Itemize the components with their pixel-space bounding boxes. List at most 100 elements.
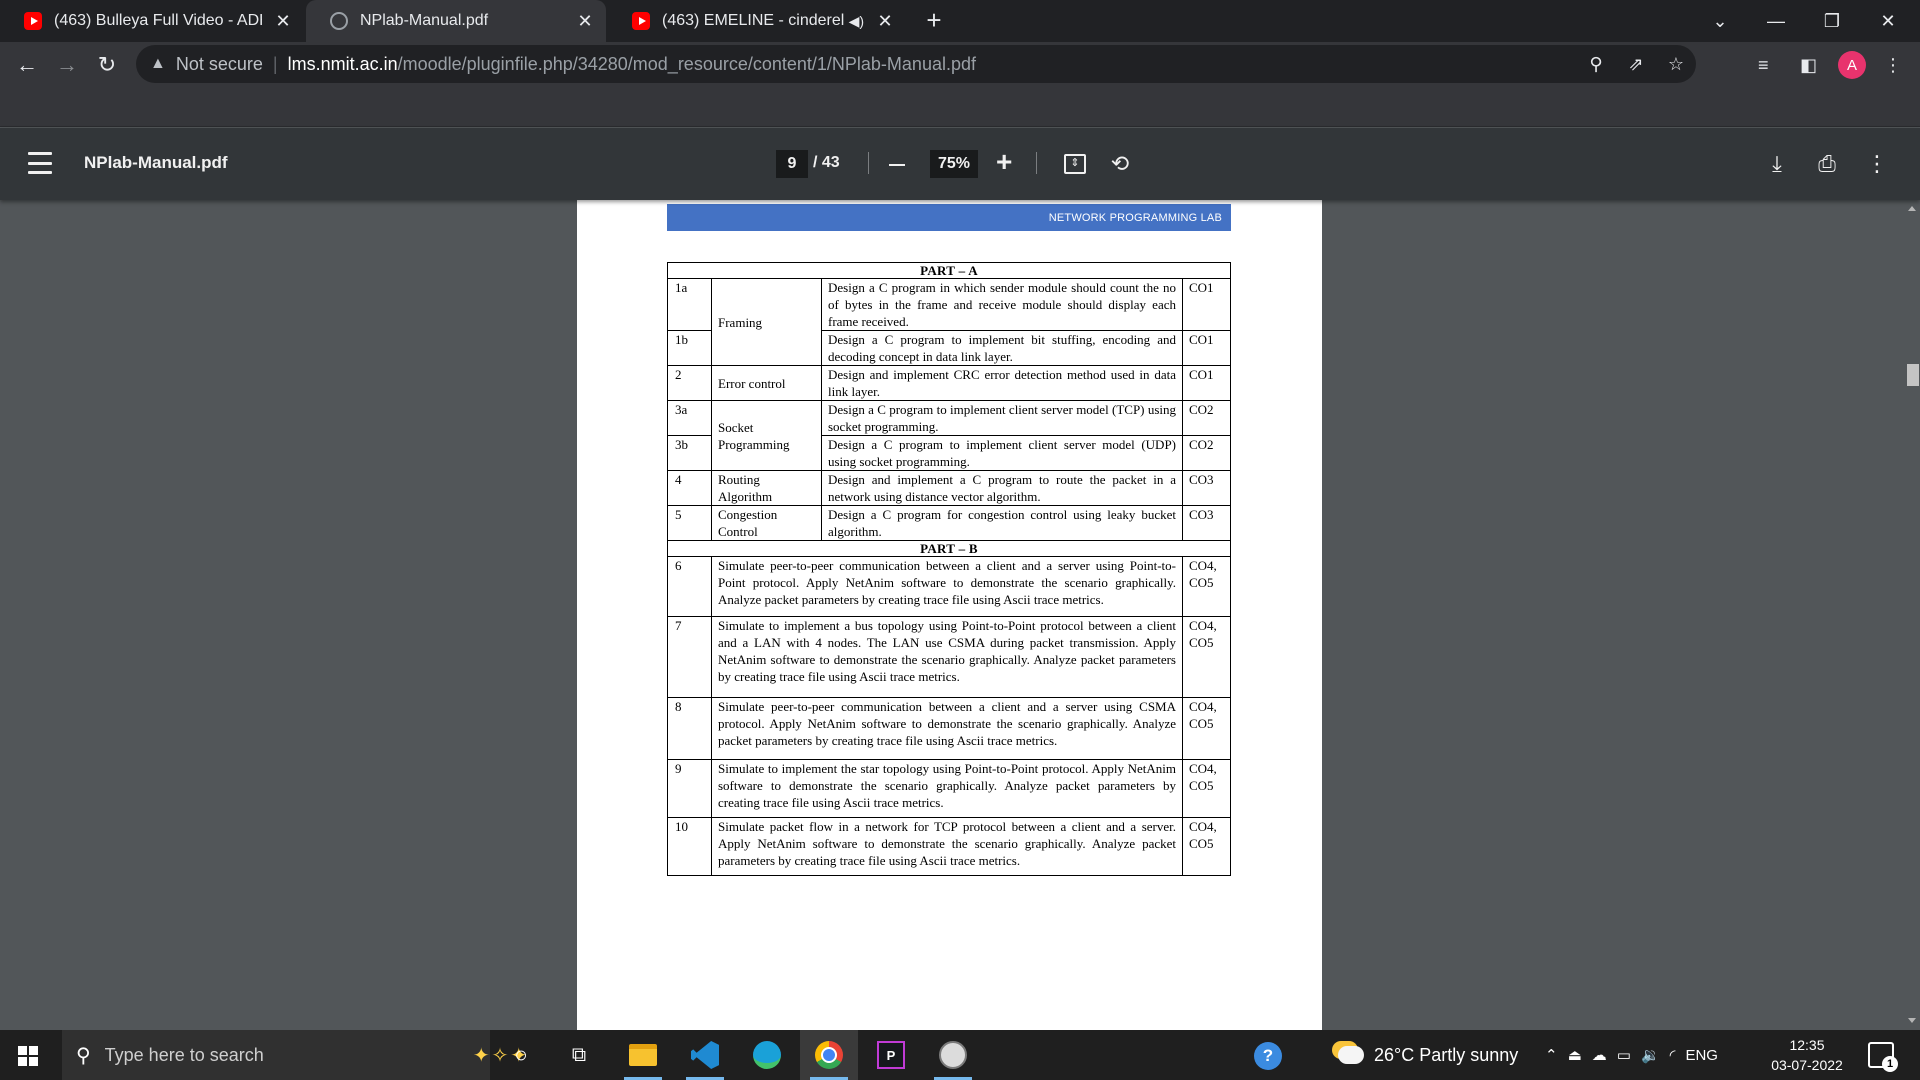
topic-line: Algorithm [718,489,773,504]
usb-icon[interactable]: ⏏ [1568,1046,1582,1064]
window-close-button[interactable]: ✕ [1860,0,1916,42]
taskbar-file-explorer[interactable] [614,1030,672,1080]
page-total: / 43 [813,154,840,171]
taskbar-premiere-pro[interactable]: P [862,1030,920,1080]
menu-kebab-icon[interactable]: ⋮ [1884,48,1902,82]
program-number: 5 [667,505,712,541]
download-icon[interactable]: ⤓ [1762,149,1792,179]
taskbar-chrome[interactable] [800,1030,858,1080]
restore-button[interactable]: ❐ [1804,0,1860,42]
forward-button[interactable]: → [50,48,84,82]
table-row: 6 Simulate peer-to-peer communication be… [667,556,1231,617]
url-host: lms.nmit.ac.in [287,53,398,74]
share-icon[interactable]: ⇗ [1616,54,1656,75]
windows-start-icon[interactable] [18,1046,38,1066]
program-description: Simulate peer-to-peer communication betw… [711,556,1183,617]
tab-emeline[interactable]: (463) EMELINE - cinderella's ◀) ✕ [608,0,906,42]
reload-button[interactable]: ↻ [90,48,124,82]
side-panel-icon[interactable]: ◧ [1800,48,1817,82]
rotate-icon[interactable]: ⟲ [1105,149,1135,179]
cortana-icon[interactable]: ○ [492,1030,550,1080]
weather-widget[interactable]: 26°C Partly sunny [1338,1030,1518,1080]
program-description: Simulate to implement the star topology … [711,759,1183,818]
avatar[interactable]: A [1838,51,1866,79]
system-clock[interactable]: 12:35 03-07-2022 [1762,1035,1852,1075]
tab-nplab-manual[interactable]: NPlab-Manual.pdf ✕ [306,0,606,42]
course-outcome: CO4, CO5 [1182,556,1231,617]
battery-icon[interactable]: ▭ [1617,1046,1631,1064]
zoom-in-button[interactable]: + [996,146,1012,178]
fit-to-page-icon[interactable]: ⇕ [1060,149,1090,179]
co-line: CO4, [1189,819,1217,834]
volume-icon[interactable]: 🔉 [1641,1046,1660,1064]
pdf-toolbar: NPlab-Manual.pdf 9 / 43 75% + ⇕ ⟲ ⤓ ⎙ ⋮ [0,128,1920,200]
premiere-icon: P [877,1041,905,1069]
course-outcome: CO3 [1182,470,1231,506]
notification-icon[interactable]: 1 [1868,1042,1898,1072]
topic-cell: Congestion Control [711,505,822,541]
taskbar-search-box[interactable]: ⚲ Type here to search ✦✧✦ [62,1030,527,1080]
weather-text: 26°C Partly sunny [1374,1044,1519,1065]
taskbar-clock-app[interactable] [924,1030,982,1080]
vertical-scrollbar[interactable] [1904,200,1920,1030]
program-description: Simulate packet flow in a network for TC… [711,817,1183,876]
hamburger-menu-icon[interactable] [28,152,52,174]
zoom-magnifier-icon[interactable]: ⚲ [1576,54,1616,75]
more-options-icon[interactable]: ⋮ [1862,149,1892,179]
part-b-heading: PART – B [667,540,1231,557]
tab-search-chevron-icon[interactable]: ⌄ [1692,0,1748,42]
zoom-input[interactable]: 75% [930,150,978,178]
windows-taskbar: ⚲ Type here to search ✦✧✦ ○ ⧉ P ? 26°C P… [0,1030,1920,1080]
table-row: 3a Socket Programming Design a C program… [667,400,1231,471]
notification-count: 1 [1882,1056,1898,1072]
close-icon[interactable]: ✕ [272,10,294,32]
divider: | [272,53,278,74]
minimize-button[interactable]: — [1748,0,1804,42]
task-view-icon[interactable]: ⧉ [550,1030,608,1080]
help-icon[interactable]: ? [1254,1042,1282,1070]
zoom-out-button[interactable] [889,164,905,166]
language-indicator[interactable]: ENG [1685,1047,1718,1064]
clock-time: 12:35 [1789,1037,1825,1053]
bookmark-star-icon[interactable]: ☆ [1656,54,1696,75]
omnibox-actions: ⚲ ⇗ ☆ [1576,45,1696,83]
course-outcome: CO1 [1182,365,1231,401]
course-outcome: CO4, CO5 [1182,759,1231,818]
globe-icon [330,12,348,30]
program-number: 8 [667,697,712,760]
chevron-up-icon[interactable]: ⌃ [1545,1046,1558,1064]
topic-cell: Routing Algorithm [711,470,822,506]
profile-button[interactable]: A [1838,48,1866,82]
scroll-down-icon[interactable] [1908,1018,1916,1023]
close-icon[interactable]: ✕ [874,10,896,32]
close-icon[interactable]: ✕ [574,10,596,32]
back-button[interactable]: ← [10,48,44,82]
scroll-up-icon[interactable] [1908,206,1916,211]
address-bar[interactable]: ▲ Not secure | lms.nmit.ac.in /moodle/pl… [136,45,1696,83]
taskbar-vscode[interactable] [676,1030,734,1080]
warning-icon[interactable]: ▲ [150,55,166,73]
speaker-icon[interactable]: ◀) [849,13,864,30]
scrollbar-thumb[interactable] [1907,364,1919,386]
reading-list-icon[interactable]: ≡ [1758,48,1769,82]
print-icon[interactable]: ⎙ [1812,149,1842,179]
clock-date: 03-07-2022 [1771,1057,1843,1073]
program-description: Design a C program in which sender modul… [821,278,1183,331]
onedrive-cloud-icon[interactable]: ☁ [1592,1046,1607,1064]
security-label[interactable]: Not secure [176,54,263,75]
wifi-icon[interactable]: ◜ [1670,1046,1676,1064]
browser-toolbar: ← → ↻ ▲ Not secure | lms.nmit.ac.in /moo… [0,42,1920,87]
page-header-banner: NETWORK PROGRAMMING LAB [667,204,1231,231]
table-row: 9 Simulate to implement the star topolog… [667,759,1231,818]
program-description: Design a C program to implement bit stuf… [821,330,1183,366]
program-description: Simulate peer-to-peer communication betw… [711,697,1183,760]
youtube-icon [24,12,42,30]
course-outcome: CO4, CO5 [1182,817,1231,876]
page-number-input[interactable]: 9 [776,150,808,178]
taskbar-edge[interactable] [738,1030,796,1080]
course-outcome: CO4, CO5 [1182,697,1231,760]
course-outcome: CO1 [1182,278,1231,331]
tab-bulleya[interactable]: (463) Bulleya Full Video - ADHM| ✕ [0,0,304,42]
co-line: CO5 [1189,836,1214,851]
new-tab-button[interactable]: + [920,7,948,35]
